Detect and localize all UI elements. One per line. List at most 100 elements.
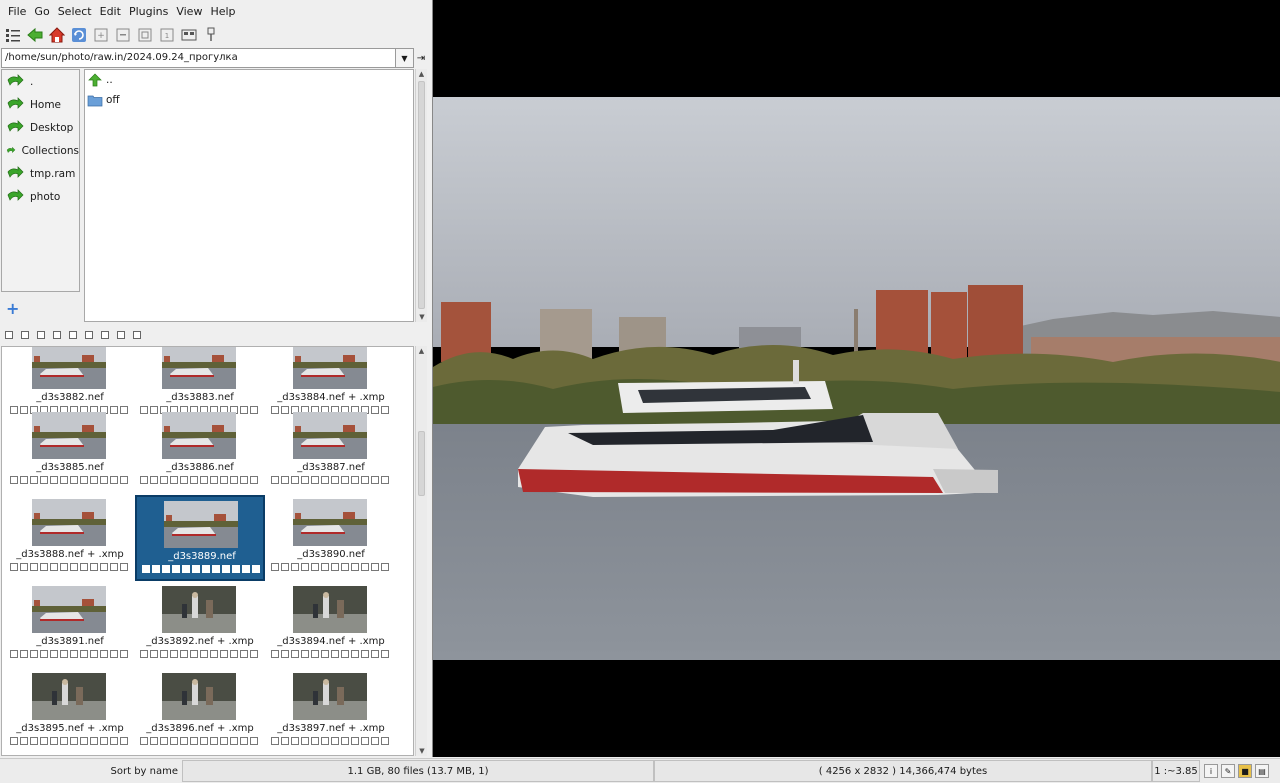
mark-checkbox[interactable] [100,737,108,745]
bookmark-item[interactable]: Desktop [2,116,79,139]
mark-checkbox[interactable] [30,563,38,571]
menu-plugins[interactable]: Plugins [125,5,172,18]
mark-checkbox[interactable] [110,476,118,484]
mark-checkbox[interactable] [371,737,379,745]
list-view-icon[interactable] [4,26,22,44]
mark-checkbox[interactable] [321,476,329,484]
mark-checkbox[interactable] [190,737,198,745]
mark-checkbox[interactable] [351,737,359,745]
mark-filter-checkbox[interactable] [85,331,93,339]
mark-checkbox[interactable] [70,737,78,745]
mark-checkbox[interactable] [152,565,160,573]
add-bookmark-icon[interactable]: + [6,301,20,317]
mark-checkbox[interactable] [361,476,369,484]
mark-checkbox[interactable] [170,737,178,745]
mark-checkbox[interactable] [140,476,148,484]
scroll-down-icon[interactable]: ▼ [416,312,428,322]
menu-view[interactable]: View [172,5,206,18]
mark-checkbox[interactable] [90,563,98,571]
mark-checkbox[interactable] [100,650,108,658]
path-input[interactable]: /home/sun/photo/raw.in/2024.09.24_прогул… [1,48,396,68]
mark-checkbox[interactable] [331,650,339,658]
mark-checkbox[interactable] [40,476,48,484]
mark-checkbox[interactable] [331,476,339,484]
mark-checkbox[interactable] [301,476,309,484]
mark-checkbox[interactable] [120,563,128,571]
mark-checkbox[interactable] [50,737,58,745]
mark-checkbox[interactable] [140,650,148,658]
home-icon[interactable] [48,26,66,44]
thumbnail-item[interactable]: _d3s3894.nef + .xmp [266,582,396,668]
mark-filter-checkbox[interactable] [117,331,125,339]
mark-checkbox[interactable] [200,650,208,658]
mark-checkbox[interactable] [210,650,218,658]
bookmark-item[interactable]: tmp.ram [2,162,79,185]
mark-checkbox[interactable] [10,563,18,571]
mark-checkbox[interactable] [20,563,28,571]
mark-checkbox[interactable] [311,650,319,658]
mark-checkbox[interactable] [10,650,18,658]
mark-checkbox[interactable] [271,563,279,571]
mark-checkbox[interactable] [70,650,78,658]
mark-checkbox[interactable] [250,650,258,658]
mark-checkbox[interactable] [341,737,349,745]
mark-checkbox[interactable] [220,650,228,658]
mark-filter-checkbox[interactable] [69,331,77,339]
menu-edit[interactable]: Edit [96,5,125,18]
info-icon[interactable]: i [1204,764,1218,778]
write-icon[interactable]: ▤ [1255,764,1269,778]
mark-checkbox[interactable] [190,650,198,658]
mark-checkbox[interactable] [40,737,48,745]
menu-file[interactable]: File [4,5,30,18]
mark-checkbox[interactable] [90,737,98,745]
mark-filter-checkbox[interactable] [21,331,29,339]
mark-checkbox[interactable] [250,476,258,484]
mark-checkbox[interactable] [301,737,309,745]
mark-checkbox[interactable] [30,476,38,484]
mark-checkbox[interactable] [180,476,188,484]
mark-checkbox[interactable] [301,650,309,658]
mark-checkbox[interactable] [200,737,208,745]
scroll-up-icon[interactable]: ▲ [416,346,427,356]
scroll-up-icon[interactable]: ▲ [416,69,427,79]
mark-checkbox[interactable] [271,650,279,658]
bookmark-item[interactable]: photo [2,185,79,208]
mark-checkbox[interactable] [80,563,88,571]
mark-checkbox[interactable] [170,476,178,484]
mark-checkbox[interactable] [140,737,148,745]
thumbnail-item[interactable]: _d3s3889.nef [135,495,265,581]
thumbnail-item[interactable]: _d3s3890.nef [266,495,396,581]
thumbnail-item[interactable]: _d3s3895.nef + .xmp [5,669,135,755]
mark-checkbox[interactable] [351,650,359,658]
mark-checkbox[interactable] [301,563,309,571]
scroll-thumb[interactable] [418,81,425,309]
mark-checkbox[interactable] [210,737,218,745]
mark-checkbox[interactable] [120,737,128,745]
path-dropdown-icon[interactable]: ▼ [396,48,414,68]
mark-checkbox[interactable] [170,650,178,658]
mark-checkbox[interactable] [361,650,369,658]
directory-item[interactable]: off [85,90,413,110]
mark-checkbox[interactable] [311,476,319,484]
mark-checkbox[interactable] [371,650,379,658]
scroll-down-icon[interactable]: ▼ [416,746,428,756]
mark-checkbox[interactable] [80,476,88,484]
mark-checkbox[interactable] [230,476,238,484]
mark-checkbox[interactable] [10,476,18,484]
mark-checkbox[interactable] [142,565,150,573]
mark-checkbox[interactable] [271,476,279,484]
mark-checkbox[interactable] [50,476,58,484]
mark-checkbox[interactable] [150,476,158,484]
mark-checkbox[interactable] [150,650,158,658]
mark-checkbox[interactable] [120,650,128,658]
mark-checkbox[interactable] [351,476,359,484]
thumbnail-scrollbar[interactable]: ▲ ▼ [415,346,427,756]
mark-checkbox[interactable] [281,650,289,658]
thumbnail-item[interactable]: _d3s3897.nef + .xmp [266,669,396,755]
mark-checkbox[interactable] [321,650,329,658]
mark-checkbox[interactable] [90,650,98,658]
thumbnail-item[interactable]: _d3s3891.nef [5,582,135,668]
back-arrow-icon[interactable] [26,26,44,44]
mark-checkbox[interactable] [60,476,68,484]
mark-checkbox[interactable] [291,737,299,745]
